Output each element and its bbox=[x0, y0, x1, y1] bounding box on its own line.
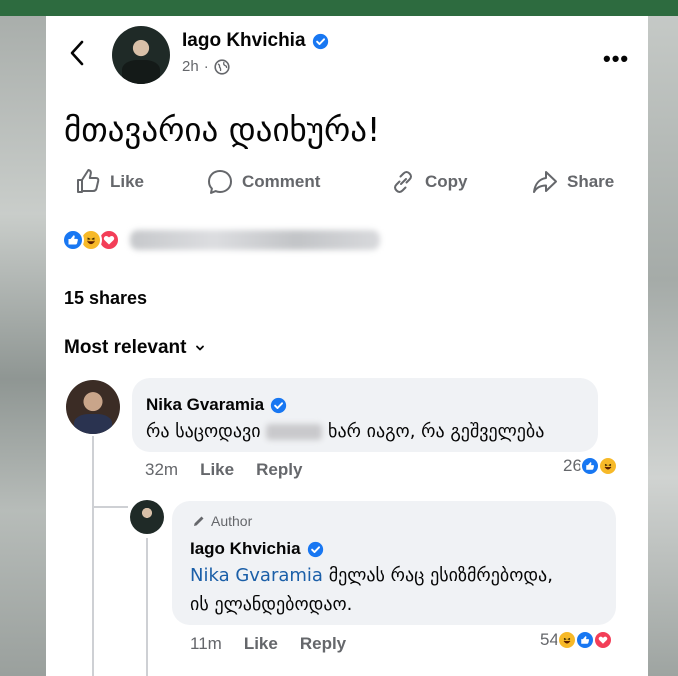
haha-reaction-icon bbox=[597, 456, 618, 476]
reply-author[interactable]: Iago Khvichia bbox=[190, 539, 324, 559]
comment-text-end: ხარ იაგო, რა გეშველება bbox=[328, 421, 545, 442]
chevron-down-icon bbox=[196, 345, 205, 351]
reply-time[interactable]: 11m bbox=[190, 634, 222, 654]
comment-author[interactable]: Nika Gvaramia bbox=[146, 395, 287, 415]
meta-separator: · bbox=[203, 58, 209, 75]
share-arrow-icon bbox=[533, 171, 557, 193]
comment-bubble-icon bbox=[208, 170, 232, 194]
comment-text: რა საცოდავი ხარ იაგო, რა გეშველება bbox=[146, 417, 544, 446]
comment-author-name[interactable]: Nika Gvaramia bbox=[146, 395, 264, 415]
like-reaction-icon bbox=[574, 630, 595, 650]
post-actions-bar: Like Comment Copy Share bbox=[46, 168, 648, 204]
pencil-icon bbox=[194, 516, 204, 526]
comment-button[interactable]: Comment bbox=[206, 168, 320, 196]
background-left bbox=[0, 16, 46, 676]
copy-button-label: Copy bbox=[425, 172, 468, 191]
copy-button[interactable]: Copy bbox=[389, 168, 468, 196]
globe-icon bbox=[214, 58, 230, 75]
redacted-word bbox=[266, 424, 323, 440]
reply-author-avatar[interactable] bbox=[130, 500, 164, 534]
reply-thread-line bbox=[146, 538, 148, 676]
mention-link[interactable]: Nika Gvaramia bbox=[190, 565, 323, 586]
post-card: Iago Khvichia 2h · ••• მთავარია დაიხურა!… bbox=[46, 16, 648, 676]
back-arrow-icon[interactable] bbox=[66, 38, 90, 68]
comment-like-button[interactable]: Like bbox=[200, 460, 234, 480]
post-author[interactable]: Iago Khvichia bbox=[182, 30, 329, 52]
top-status-strip bbox=[0, 0, 678, 16]
reply-text-line1: Nika Gvaramia მელას რაც ესიზმრებოდა, bbox=[190, 561, 553, 590]
shares-count[interactable]: 15 shares bbox=[64, 288, 147, 309]
verified-badge-icon bbox=[270, 397, 287, 413]
comment-sort-dropdown[interactable]: Most relevant bbox=[64, 337, 206, 359]
reply-author-name[interactable]: Iago Khvichia bbox=[190, 539, 301, 559]
like-reaction-icon bbox=[579, 456, 600, 476]
reply-text: Nika Gvaramia მელას რაც ესიზმრებოდა, ის … bbox=[190, 561, 553, 619]
blurred-reactors-text bbox=[130, 230, 380, 250]
share-button-label: Share bbox=[567, 172, 615, 191]
post-author-name[interactable]: Iago Khvichia bbox=[182, 30, 306, 52]
reply-reactions[interactable]: 54 bbox=[540, 630, 613, 650]
like-button-label: Like bbox=[110, 172, 145, 191]
comment-time[interactable]: 32m bbox=[145, 460, 178, 480]
background-right bbox=[648, 16, 678, 676]
post-time[interactable]: 2h bbox=[182, 58, 199, 75]
thread-line-branch bbox=[92, 506, 128, 508]
reply-text-first: მელას რაც ესიზმრებოდა, bbox=[328, 565, 553, 586]
link-icon bbox=[394, 171, 412, 193]
author-badge-label: Author bbox=[211, 513, 253, 529]
thumbs-up-icon bbox=[77, 169, 100, 193]
reply-text-line2: ის ელანდებოდაო. bbox=[190, 594, 353, 615]
comment-text-start: რა საცოდავი bbox=[146, 421, 261, 442]
author-avatar[interactable] bbox=[112, 26, 170, 84]
comment-button-label: Comment bbox=[242, 172, 321, 191]
love-reaction-icon bbox=[592, 630, 613, 650]
reply-meta: 11m Like Reply bbox=[190, 634, 346, 654]
verified-badge-icon bbox=[312, 33, 328, 49]
comment-reply-button[interactable]: Reply bbox=[256, 460, 302, 480]
verified-badge-icon bbox=[307, 541, 323, 557]
post-meta: 2h · bbox=[182, 58, 230, 75]
commenter-avatar[interactable] bbox=[66, 380, 120, 434]
post-text: მთავარია დაიხურა! bbox=[64, 110, 381, 149]
more-options-icon[interactable]: ••• bbox=[603, 46, 629, 72]
share-button[interactable]: Share bbox=[531, 168, 614, 196]
comment-sort-label: Most relevant bbox=[64, 337, 187, 358]
like-button[interactable]: Like bbox=[74, 168, 144, 196]
thread-line-vertical bbox=[92, 436, 94, 676]
reply-like-button[interactable]: Like bbox=[244, 634, 278, 654]
comment-meta: 32m Like Reply bbox=[145, 460, 302, 480]
like-reaction-icon bbox=[62, 229, 84, 251]
reply-reply-button[interactable]: Reply bbox=[300, 634, 346, 654]
reactions-summary[interactable] bbox=[62, 229, 380, 251]
author-badge: Author bbox=[192, 513, 252, 529]
haha-reaction-icon bbox=[556, 630, 577, 650]
comment-reactions[interactable]: 26 bbox=[563, 456, 618, 476]
